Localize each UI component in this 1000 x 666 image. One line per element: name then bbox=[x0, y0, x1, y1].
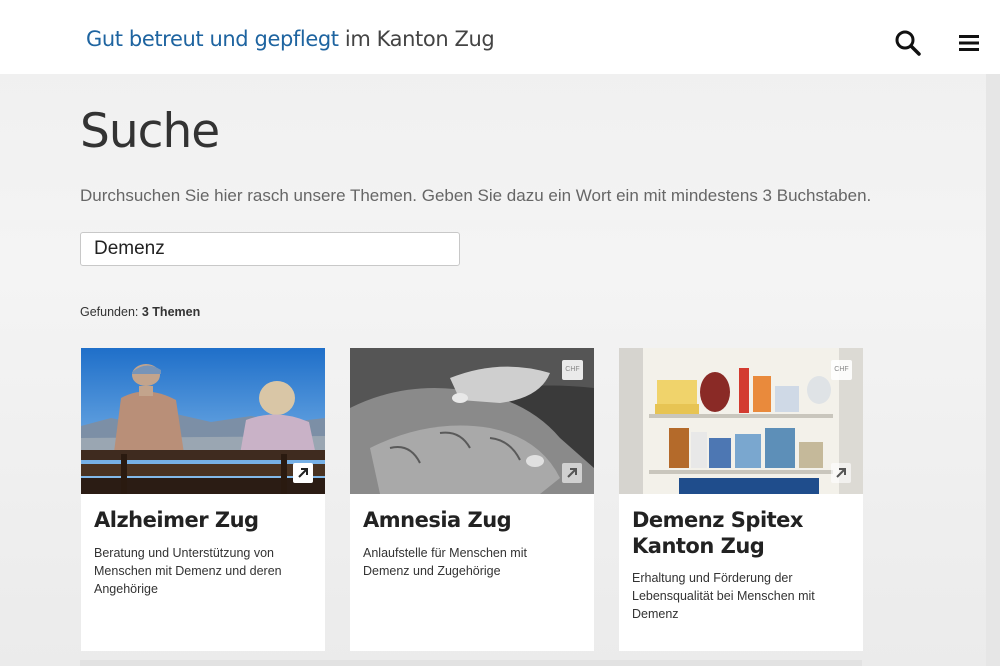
site-logo[interactable]: Gut betreut und gepflegt im Kanton Zug bbox=[86, 27, 495, 51]
hamburger-menu-icon bbox=[959, 35, 979, 51]
search-intro-text: Durchsuchen Sie hier rasch unsere Themen… bbox=[80, 186, 872, 205]
card-title[interactable]: Amnesia Zug bbox=[363, 507, 583, 533]
results-value: 3 Themen bbox=[141, 305, 201, 319]
result-card-alzheimer-zug[interactable]: Alzheimer Zug Beratung und Unterstützung… bbox=[81, 348, 325, 651]
menu-button[interactable] bbox=[956, 32, 982, 54]
search-input[interactable] bbox=[80, 232, 460, 266]
site-header: Gut betreut und gepflegt im Kanton Zug bbox=[0, 0, 1000, 74]
logo-region: im Kanton Zug bbox=[344, 27, 495, 51]
results-count: Gefunden: 3 Themen bbox=[80, 305, 200, 319]
card-image-elderly-couple-bench bbox=[81, 348, 325, 494]
card-description: Anlaufstelle für Menschen mit Demenz und… bbox=[363, 546, 527, 578]
card-image-fridge-interior: CHF bbox=[619, 348, 863, 494]
card-title[interactable]: Alzheimer Zug bbox=[94, 507, 314, 533]
external-link-icon[interactable] bbox=[831, 463, 851, 483]
page-title: Suche bbox=[80, 104, 220, 159]
search-button[interactable] bbox=[893, 28, 923, 58]
search-icon bbox=[895, 30, 921, 56]
card-description: Beratung und Unterstützung von Menschen … bbox=[94, 546, 282, 596]
result-card-amnesia-zug[interactable]: CHF Amnesia Zug Anlaufstelle für Mensche… bbox=[350, 348, 594, 651]
logo-brand: Gut betreut und gepflegt bbox=[86, 27, 339, 51]
card-image-holding-hands: CHF bbox=[350, 348, 594, 494]
external-link-icon[interactable] bbox=[562, 463, 582, 483]
page-scrollbar[interactable] bbox=[986, 74, 1000, 666]
results-label: Gefunden: bbox=[80, 305, 139, 319]
card-title[interactable]: Demenz Spitex Kanton Zug bbox=[632, 507, 852, 559]
next-row-edge bbox=[80, 660, 862, 666]
chf-badge: CHF bbox=[562, 360, 583, 380]
result-card-demenz-spitex-kanton-zug[interactable]: CHF Demenz Spitex Kanton Zug Erhaltung u… bbox=[619, 348, 863, 651]
external-link-icon[interactable] bbox=[293, 463, 313, 483]
card-description: Erhaltung und Förderung der Lebensqualit… bbox=[632, 571, 815, 621]
chf-badge: CHF bbox=[831, 360, 852, 380]
